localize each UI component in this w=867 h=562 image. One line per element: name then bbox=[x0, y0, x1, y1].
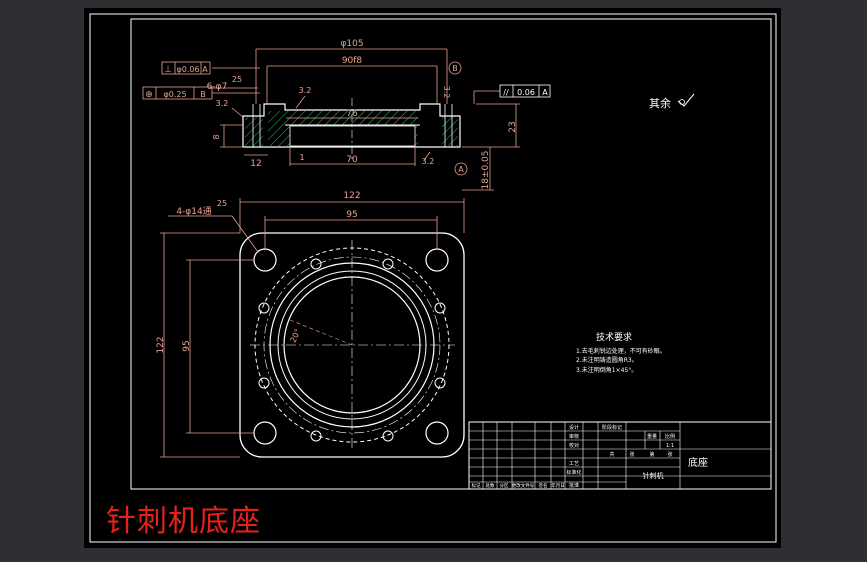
plan-dim-height: 122 bbox=[156, 336, 166, 353]
tb-bottom-sign: 签名 bbox=[539, 482, 548, 489]
drawing-canvas: ⊥ φ0.06 A ⊕ φ0.25 B // 0.06 A B A φ105 9… bbox=[84, 8, 781, 548]
roughness-note: 其余 bbox=[649, 96, 671, 110]
tb-bottom-zone: 分区 bbox=[500, 482, 509, 489]
ra-1: 25 bbox=[232, 75, 242, 84]
tb-label-process: 工艺 bbox=[569, 461, 579, 467]
ra-4: 3.2 bbox=[422, 157, 435, 166]
tb-label-review: 审核 bbox=[569, 433, 579, 440]
tb-label-design: 设计 bbox=[569, 424, 579, 431]
tb-part-name: 底座 bbox=[688, 456, 708, 469]
hole-callout: 6-φ7 bbox=[207, 82, 228, 92]
tb-col-scale: 比例 bbox=[665, 433, 675, 440]
perp-symbol: ⊥ bbox=[164, 65, 172, 75]
pos-tolerance: φ0.25 bbox=[163, 90, 186, 99]
perp-datum: A bbox=[202, 65, 208, 74]
tb-sheet-unit-1: 张 bbox=[629, 451, 634, 458]
dim-inner: 76 bbox=[346, 109, 358, 119]
tb-sheet-no: 第 bbox=[649, 451, 654, 458]
plan-ra: 25 bbox=[217, 199, 227, 208]
tb-label-approve: 批准 bbox=[569, 482, 579, 489]
tb-bottom-count: 处数 bbox=[486, 482, 495, 489]
par-datum: A bbox=[542, 88, 548, 97]
dim-flange: 8 bbox=[212, 134, 221, 139]
flange-hatch-right bbox=[442, 117, 458, 146]
plan-dim-width: 122 bbox=[343, 191, 360, 201]
bottom-recess bbox=[289, 125, 416, 147]
tech-req-line-3: 3.未注明倒角1×45°。 bbox=[576, 366, 637, 374]
tb-col-stage: 阶段标记 bbox=[602, 424, 622, 431]
tb-machine-name: 针刺机 bbox=[643, 471, 664, 480]
ra-5: 3.2 bbox=[442, 86, 451, 99]
datum-b-label: B bbox=[452, 64, 458, 73]
dim-bottom-inner: 70 bbox=[346, 155, 358, 165]
tech-req-line-1: 1.去毛刺锐边处理，不可有砂眼。 bbox=[576, 347, 666, 355]
tb-scale: 1:1 bbox=[666, 443, 674, 449]
datum-a-label: A bbox=[458, 165, 464, 174]
par-tolerance: 0.06 bbox=[517, 88, 535, 97]
dim-fit: 90f8 bbox=[342, 56, 363, 66]
pos-datum: B bbox=[200, 90, 206, 99]
tech-req-title: 技术要求 bbox=[596, 331, 632, 343]
tb-bottom-change: 更改文件号 bbox=[512, 482, 535, 489]
par-symbol: // bbox=[503, 88, 509, 97]
tb-bottom-mark: 标记 bbox=[472, 482, 481, 489]
dim-height: 23 bbox=[508, 121, 518, 132]
dim-small: 1 bbox=[299, 153, 304, 162]
plan-dim-inner-width: 95 bbox=[346, 210, 357, 220]
tech-req-line-2: 2.未注明铸造圆角R3。 bbox=[576, 356, 638, 364]
tb-label-check: 校对 bbox=[569, 442, 579, 449]
dim-step: 12 bbox=[250, 159, 261, 169]
drawing-caption: 针刺机底座 bbox=[106, 504, 261, 539]
tb-sheet-unit-2: 张 bbox=[667, 451, 672, 458]
tb-bottom-date: 年月日 bbox=[551, 482, 565, 489]
plan-dim-inner-height: 95 bbox=[182, 340, 192, 351]
perp-tolerance: φ0.06 bbox=[176, 65, 199, 74]
tb-label-standard: 标准化 bbox=[566, 469, 581, 476]
tb-col-weight: 重量 bbox=[647, 433, 657, 440]
tb-sheet-total: 共 bbox=[609, 451, 614, 458]
dim-overall-dia: φ105 bbox=[340, 39, 363, 49]
pos-symbol: ⊕ bbox=[145, 90, 153, 100]
dim-base-height: 18±0.05 bbox=[481, 150, 491, 189]
corner-callout: 4-φ14通 bbox=[176, 206, 211, 217]
ra-2: 3.2 bbox=[299, 86, 312, 95]
ra-3: 3.2 bbox=[216, 99, 229, 108]
